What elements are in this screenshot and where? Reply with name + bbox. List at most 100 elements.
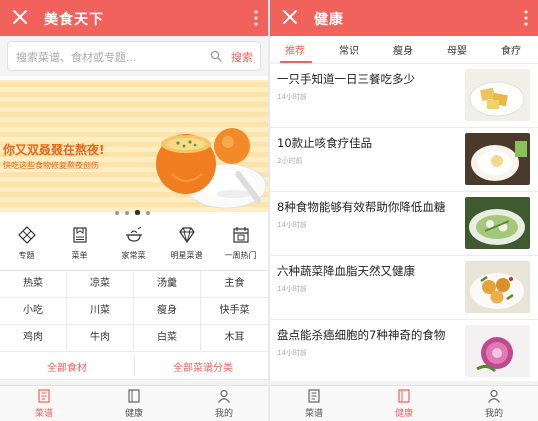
app-header: 美食天下 bbox=[0, 0, 268, 36]
more-links: 全部食材 全部菜谱分类 bbox=[0, 352, 268, 380]
tab-slimming[interactable]: 瘦身 bbox=[393, 42, 413, 57]
banner-food-image bbox=[156, 128, 266, 209]
bottom-tab-bar: 菜谱 健康 我的 bbox=[0, 385, 268, 421]
page-title: 健康 bbox=[314, 12, 344, 28]
grid-item[interactable]: 瘦身 bbox=[134, 298, 201, 325]
health-book-icon bbox=[128, 389, 140, 403]
article-title: 六种蔬菜降血脂天然又健康 bbox=[277, 264, 415, 278]
tab-label: 我的 bbox=[484, 409, 503, 419]
tab-maternal[interactable]: 母婴 bbox=[447, 42, 467, 57]
search-icon bbox=[210, 50, 222, 62]
calendar-week-icon bbox=[232, 227, 249, 243]
search-bar: 搜索菜谱、食材或专题... 搜索 bbox=[0, 36, 268, 76]
category-grid: 热菜 凉菜 汤羹 主食 小吃 川菜 瘦身 快手菜 鸡肉 牛肉 白菜 木耳 bbox=[0, 270, 268, 352]
article-item[interactable]: 盘点能杀癌细胞的7种神奇的食物 14小时前 bbox=[270, 320, 538, 384]
tab-label: 我的 bbox=[214, 409, 233, 419]
grid-item[interactable]: 白菜 bbox=[134, 325, 201, 352]
bottom-tab-bar: 菜谱 健康 我的 bbox=[270, 385, 538, 421]
banner-dot[interactable] bbox=[115, 211, 119, 215]
category-home-cooking[interactable]: 家常菜 bbox=[107, 226, 160, 261]
category-label: 明星菜谱 bbox=[170, 251, 203, 260]
tab-label: 健康 bbox=[124, 409, 143, 419]
category-label: 专题 bbox=[18, 251, 35, 260]
article-time: 14小时前 bbox=[277, 285, 307, 293]
health-category-tabs: 推荐 常识 瘦身 母婴 食疗 bbox=[270, 36, 538, 64]
cooking-pot-icon bbox=[125, 226, 142, 242]
tab-label: 健康 bbox=[394, 409, 413, 419]
grid-item[interactable]: 鸡肉 bbox=[0, 325, 67, 352]
grid-item[interactable]: 木耳 bbox=[201, 325, 268, 352]
page-title: 美食天下 bbox=[44, 12, 104, 28]
category-label: 菜单 bbox=[71, 251, 88, 260]
recipe-book-icon bbox=[308, 389, 320, 403]
tab-label: 菜谱 bbox=[34, 409, 53, 419]
grid-item[interactable]: 川菜 bbox=[67, 298, 134, 325]
category-star-recipes[interactable]: 明星菜谱 bbox=[160, 226, 213, 261]
article-title: 盘点能杀癌细胞的7种神奇的食物 bbox=[277, 328, 446, 342]
health-screen: 健康 推荐 常识 瘦身 母婴 食疗 一只手知道一日三餐吃多少 14小时前 10款… bbox=[270, 0, 538, 421]
tab-recipes[interactable]: 菜谱 bbox=[14, 389, 74, 419]
close-icon[interactable] bbox=[10, 7, 30, 27]
category-label: 一周热门 bbox=[224, 251, 257, 260]
gem-icon bbox=[178, 227, 195, 244]
more-menu-icon[interactable] bbox=[523, 8, 529, 28]
user-icon bbox=[488, 389, 500, 403]
article-title: 8种食物能够有效帮助你降低血糖 bbox=[277, 200, 446, 214]
all-ingredients-link[interactable]: 全部食材 bbox=[47, 359, 87, 374]
user-icon bbox=[218, 389, 230, 403]
article-item[interactable]: 一只手知道一日三餐吃多少 14小时前 bbox=[270, 64, 538, 128]
tab-me[interactable]: 我的 bbox=[194, 389, 254, 419]
tab-health[interactable]: 健康 bbox=[104, 389, 164, 419]
more-menu-icon[interactable] bbox=[253, 8, 259, 28]
category-topics[interactable]: 专题 bbox=[0, 226, 53, 261]
tab-knowledge[interactable]: 常识 bbox=[339, 42, 359, 57]
tab-health[interactable]: 健康 bbox=[374, 389, 434, 419]
recipes-screen: 美食天下 搜索菜谱、食材或专题... 搜索 你又双叒叕在熬夜! 快吃这些食物修复… bbox=[0, 0, 268, 421]
grid-item[interactable]: 快手菜 bbox=[201, 298, 268, 325]
grid-item[interactable]: 主食 bbox=[201, 271, 268, 298]
article-thumbnail bbox=[465, 261, 530, 313]
category-label: 家常菜 bbox=[121, 251, 146, 260]
banner-dot[interactable] bbox=[146, 211, 150, 215]
promo-banner[interactable]: 你又双叒叕在熬夜! 快吃这些食物修复熬夜创伤 bbox=[0, 80, 268, 212]
category-weekly-hot[interactable]: 一周热门 bbox=[214, 226, 267, 261]
menu-book-icon bbox=[72, 227, 87, 243]
health-book-icon bbox=[398, 389, 410, 403]
tab-label: 菜谱 bbox=[304, 409, 323, 419]
grid-item[interactable]: 牛肉 bbox=[67, 325, 134, 352]
article-title: 10款止咳食疗佳品 bbox=[277, 136, 373, 150]
article-item[interactable]: 10款止咳食疗佳品 2小时前 bbox=[270, 128, 538, 192]
category-menus[interactable]: 菜单 bbox=[53, 226, 106, 261]
article-title: 一只手知道一日三餐吃多少 bbox=[277, 72, 415, 86]
article-item[interactable]: 六种蔬菜降血脂天然又健康 14小时前 bbox=[270, 256, 538, 320]
diamond-grid-icon bbox=[17, 226, 36, 244]
category-shortcuts: 专题 菜单 家常菜 明星菜谱 一周热门 bbox=[0, 226, 268, 268]
app-header: 健康 bbox=[270, 0, 538, 36]
close-icon[interactable] bbox=[280, 7, 300, 27]
tab-recommended[interactable]: 推荐 bbox=[285, 42, 305, 57]
grid-item[interactable]: 小吃 bbox=[0, 298, 67, 325]
search-input[interactable]: 搜索菜谱、食材或专题... 搜索 bbox=[7, 41, 261, 71]
divider bbox=[134, 356, 135, 376]
banner-dot[interactable] bbox=[125, 211, 129, 215]
banner-title: 你又双叒叕在熬夜! bbox=[3, 143, 105, 157]
article-time: 2小时前 bbox=[277, 157, 303, 165]
all-categories-link[interactable]: 全部菜谱分类 bbox=[173, 359, 233, 374]
search-placeholder: 搜索菜谱、食材或专题... bbox=[16, 51, 137, 64]
banner-dot-active[interactable] bbox=[135, 210, 140, 215]
tab-recipes[interactable]: 菜谱 bbox=[284, 389, 344, 419]
banner-pagination bbox=[112, 200, 153, 215]
grid-item[interactable]: 热菜 bbox=[0, 271, 67, 298]
article-thumbnail bbox=[465, 197, 530, 249]
search-button[interactable]: 搜索 bbox=[231, 49, 253, 65]
active-tab-indicator bbox=[280, 61, 312, 63]
tab-diet-therapy[interactable]: 食疗 bbox=[501, 42, 521, 57]
article-thumbnail bbox=[465, 133, 530, 185]
grid-item[interactable]: 汤羹 bbox=[134, 271, 201, 298]
banner-subtitle: 快吃这些食物修复熬夜创伤 bbox=[3, 161, 99, 170]
tab-me[interactable]: 我的 bbox=[464, 389, 524, 419]
article-thumbnail bbox=[465, 69, 530, 121]
article-time: 14小时前 bbox=[277, 221, 307, 229]
article-item[interactable]: 8种食物能够有效帮助你降低血糖 14小时前 bbox=[270, 192, 538, 256]
grid-item[interactable]: 凉菜 bbox=[67, 271, 134, 298]
